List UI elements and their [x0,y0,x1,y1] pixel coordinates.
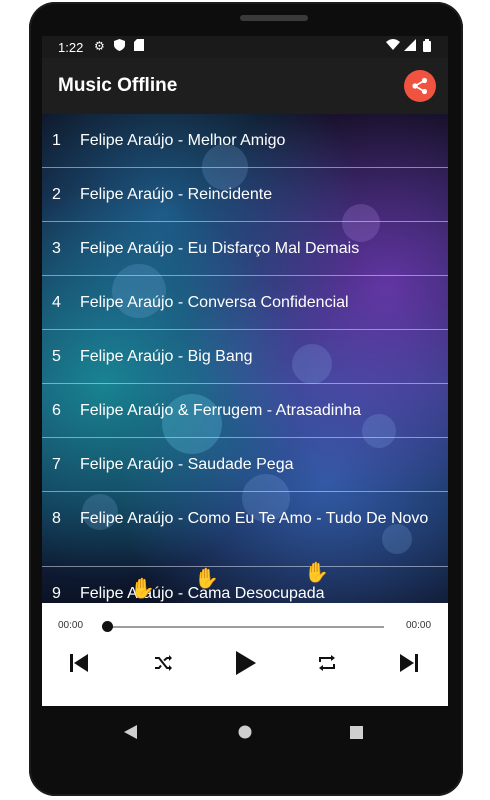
back-icon[interactable] [124,725,138,739]
shuffle-button[interactable] [148,647,178,679]
song-number: 4 [52,294,61,311]
song-title: Felipe Araújo - Conversa Confidencial [80,294,349,311]
song-title: Felipe Araújo & Ferrugem - Atrasadinha [80,402,362,419]
status-time: 1:22 [58,40,84,55]
song-title: Felipe Araújo - Melhor Amigo [80,132,286,149]
seek-bar[interactable] [107,626,384,628]
status-bar: 1:22 ⚙ [42,36,448,58]
song-number: 6 [52,402,61,419]
battery-icon [423,39,431,55]
screen: 1:22 ⚙ Music Offline 1 Felipe Araújo - M… [42,36,448,706]
wifi-icon [386,39,400,53]
play-button[interactable] [230,647,260,679]
seek-knob[interactable] [102,621,113,632]
next-button[interactable] [394,647,424,679]
repeat-icon [319,655,335,671]
list-item[interactable]: 1 Felipe Araújo - Melhor Amigo [42,114,448,168]
list-item[interactable]: 9 Felipe Araújo - Cama Desocupada [42,567,448,604]
crowd-hand-silhouette: ✋ [194,568,219,590]
list-item[interactable]: 7 Felipe Araújo - Saudade Pega [42,438,448,492]
gear-icon: ⚙ [94,39,105,53]
share-button[interactable] [404,70,436,102]
shuffle-icon [155,655,172,671]
list-item[interactable]: 6 Felipe Araújo & Ferrugem - Atrasadinha [42,384,448,438]
song-title: Felipe Araújo - Big Bang [80,348,253,365]
list-item[interactable]: 2 Felipe Araújo - Reincidente [42,168,448,222]
app-bar: Music Offline [42,58,448,114]
crowd-hand-silhouette: ✋ [304,562,329,584]
song-number: 9 [52,585,61,602]
skip-previous-icon [70,654,88,672]
song-title: Felipe Araújo - Como Eu Te Amo - Tudo De… [80,510,429,527]
song-number: 1 [52,132,61,149]
song-list[interactable]: 1 Felipe Araújo - Melhor Amigo 2 Felipe … [42,114,448,604]
song-title: Felipe Araújo - Reincidente [80,186,273,203]
song-number: 3 [52,240,61,257]
play-icon [236,651,256,675]
song-title: Felipe Araújo - Saudade Pega [80,456,294,473]
list-item[interactable]: 8 Felipe Araújo - Como Eu Te Amo - Tudo … [42,492,448,567]
recents-icon[interactable] [350,726,363,739]
sd-card-icon [134,39,144,54]
song-number: 2 [52,186,61,203]
share-icon [412,77,428,95]
total-time: 00:00 [406,620,432,631]
app-title: Music Offline [58,75,178,96]
signal-icon [404,39,416,54]
speaker-grille [240,15,308,21]
music-player: 00:00 00:00 [42,603,448,706]
song-number: 5 [52,348,61,365]
home-icon[interactable] [238,725,252,739]
song-title: Felipe Araújo - Eu Disfarço Mal Demais [80,240,360,257]
list-item[interactable]: 3 Felipe Araújo - Eu Disfarço Mal Demais [42,222,448,276]
current-time: 00:00 [58,620,84,631]
song-number: 7 [52,456,61,473]
navigation-bar [42,706,448,756]
list-item[interactable]: 5 Felipe Araújo - Big Bang [42,330,448,384]
repeat-button[interactable] [312,647,342,679]
skip-next-icon [400,654,418,672]
list-item[interactable]: 4 Felipe Araújo - Conversa Confidencial [42,276,448,330]
previous-button[interactable] [64,647,94,679]
shield-icon [114,39,125,54]
crowd-hand-silhouette: ✋ [130,578,155,600]
